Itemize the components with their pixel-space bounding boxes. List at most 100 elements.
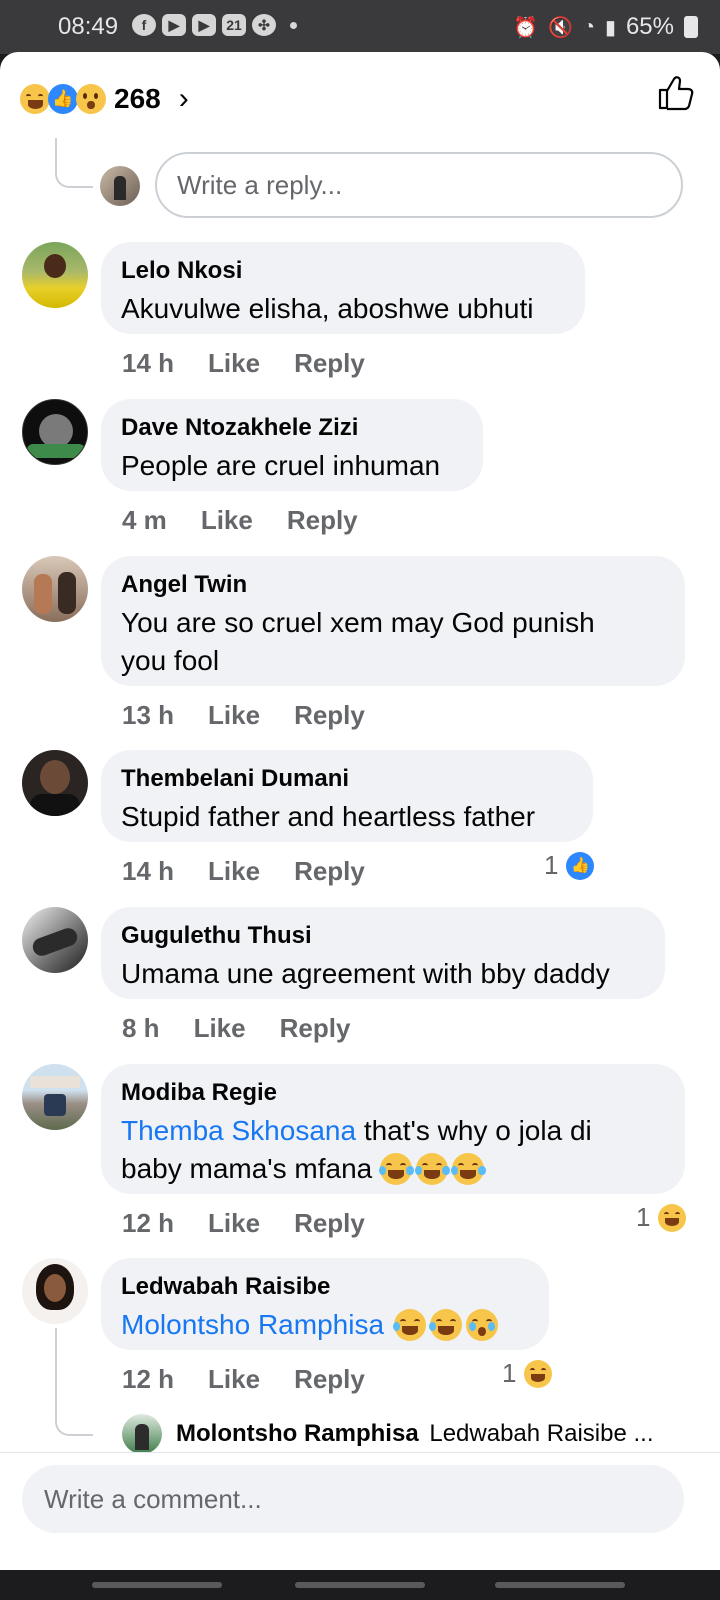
commenter-name[interactable]: Angel Twin (121, 570, 665, 600)
comment-bubble: Lelo Nkosi Akuvulwe elisha, aboshwe ubhu… (101, 242, 585, 334)
like-link[interactable]: Like (208, 1364, 260, 1395)
reply-link[interactable]: Reply (287, 505, 358, 536)
like-link[interactable]: Like (208, 700, 260, 731)
youtube-icon: ▶ (162, 14, 186, 36)
comment-actions: 14 h Like Reply (122, 856, 399, 887)
calendar-icon: 21 (222, 14, 246, 36)
comment-text-line-2: baby mama's mfana (121, 1150, 665, 1188)
system-icons: ⏰ 🔇 ◔ ▮ 65% (513, 13, 698, 41)
nested-reply-preview[interactable]: Molontsho Ramphisa Ledwabah Raisibe ... (176, 1420, 654, 1448)
commenter-name[interactable]: Ledwabah Raisibe (121, 1272, 529, 1302)
comment-text-line-1: Themba Skhosana that's why o jola di (121, 1112, 665, 1150)
comment-bubble: Modiba Regie Themba Skhosana that's why … (101, 1064, 685, 1194)
alarm-icon: ⏰ (513, 16, 538, 39)
commenter-name[interactable]: Lelo Nkosi (121, 256, 565, 286)
commenter-name[interactable]: Gugulethu Thusi (121, 921, 645, 951)
nav-recents[interactable] (92, 1582, 222, 1588)
comment-actions: 13 h Like Reply (122, 700, 399, 731)
comment-text: that's why o jola di (356, 1115, 592, 1146)
reply-link[interactable]: Reply (294, 700, 365, 731)
comment-bubble: Ledwabah Raisibe Molontsho Ramphisa (101, 1258, 549, 1350)
comment-text: People are cruel inhuman (121, 450, 441, 481)
mute-icon: 🔇 (547, 16, 573, 39)
avatar[interactable] (22, 750, 88, 816)
system-nav-bar (0, 1570, 720, 1600)
reply-input[interactable]: Write a reply... (155, 152, 683, 218)
comments-sheet: 👍 268 › Write a reply... Lelo Nkosi Akuv… (0, 52, 720, 1600)
haha-emoji-icon (20, 84, 50, 114)
battery-percent: 65% (625, 13, 674, 40)
rolling-laughing-emoji-icon (428, 1309, 463, 1341)
notification-icons: f ▶ ▶ 21 ✣ (132, 14, 297, 36)
reactions-summary[interactable]: 👍 268 › (20, 79, 189, 119)
comment-time: 13 h (122, 700, 175, 730)
comment-text-line-1: You are so cruel xem may God punish (121, 607, 595, 638)
reply-text: Ledwabah Raisibe ... (429, 1420, 654, 1447)
comment-bubble: Gugulethu Thusi Umama une agreement with… (101, 907, 665, 999)
tears-of-joy-emoji-icon (378, 1153, 414, 1185)
comment-bubble: Dave Ntozakhele Zizi People are cruel in… (101, 399, 483, 491)
comment-reactions[interactable]: 1 (502, 1358, 553, 1389)
like-link[interactable]: Like (194, 1013, 246, 1044)
like-link[interactable]: Like (208, 348, 260, 379)
like-emoji-icon: 👍 (566, 851, 595, 880)
like-link[interactable]: Like (208, 856, 260, 887)
like-emoji-icon: 👍 (48, 84, 78, 114)
comment-time: 4 m (122, 505, 167, 535)
comment-text-line-2: you fool (121, 645, 220, 676)
comment-text: Akuvulwe elisha, aboshwe ubhuti (121, 293, 534, 324)
commenter-name[interactable]: Modiba Regie (121, 1078, 665, 1108)
comment-reactions[interactable]: 1 👍 (544, 850, 595, 881)
crying-emoji-icon (466, 1309, 499, 1341)
reply-link[interactable]: Reply (294, 1364, 365, 1395)
comment-actions: 12 h Like Reply (122, 1208, 399, 1239)
reaction-count: 1 (544, 850, 559, 880)
rolling-laughing-emoji-icon (392, 1309, 427, 1341)
comment-bubble: Angel Twin You are so cruel xem may God … (101, 556, 685, 686)
avatar[interactable] (22, 242, 88, 308)
chevron-right-icon[interactable]: › (179, 82, 189, 116)
like-link[interactable]: Like (201, 505, 253, 536)
signal-icon: ▮ (604, 16, 616, 39)
reply-link[interactable]: Reply (294, 856, 365, 887)
status-bar: 08:49 f ▶ ▶ 21 ✣ ⏰ 🔇 ◔ ▮ 65% (0, 0, 720, 54)
reply-link[interactable]: Reply (294, 348, 365, 379)
mention-link[interactable]: Themba Skhosana (121, 1115, 356, 1146)
tears-of-joy-emoji-icon (450, 1153, 486, 1185)
comment-text: baby mama's mfana (121, 1153, 373, 1184)
reaction-count: 1 (636, 1202, 651, 1232)
avatar[interactable] (22, 907, 88, 973)
more-notifications-icon (290, 22, 297, 29)
my-avatar (100, 166, 140, 206)
avatar[interactable] (22, 1258, 88, 1324)
thread-connector (55, 1328, 93, 1436)
commenter-name[interactable]: Thembelani Dumani (121, 764, 573, 794)
commenter-name[interactable]: Molontsho Ramphisa (176, 1420, 419, 1447)
comment-time: 14 h (122, 348, 175, 378)
reply-link[interactable]: Reply (280, 1013, 351, 1044)
avatar[interactable] (22, 556, 88, 622)
like-link[interactable]: Like (208, 1208, 260, 1239)
comment-actions: 4 m Like Reply (122, 505, 392, 536)
reactions-count: 268 (114, 83, 161, 114)
comment-time: 12 h (122, 1208, 175, 1238)
avatar[interactable] (22, 1064, 88, 1130)
avatar[interactable] (122, 1414, 162, 1454)
comment-time: 12 h (122, 1364, 175, 1394)
avatar[interactable] (22, 399, 88, 465)
commenter-name[interactable]: Dave Ntozakhele Zizi (121, 413, 463, 443)
comment-bubble: Thembelani Dumani Stupid father and hear… (101, 750, 593, 842)
reaction-count: 1 (502, 1358, 517, 1388)
comment-actions: 8 h Like Reply (122, 1013, 384, 1044)
comment-text: Stupid father and heartless father (121, 801, 536, 832)
reply-link[interactable]: Reply (294, 1208, 365, 1239)
comment-time: 8 h (122, 1013, 160, 1043)
comment-input[interactable]: Write a comment... (22, 1465, 684, 1533)
haha-emoji-icon (658, 1203, 687, 1232)
like-outline-icon[interactable] (656, 74, 694, 112)
nav-home[interactable] (295, 1582, 425, 1588)
wow-emoji-icon (76, 84, 106, 114)
nav-back[interactable] (495, 1582, 625, 1588)
comment-reactions[interactable]: 1 (636, 1202, 687, 1233)
mention-link[interactable]: Molontsho Ramphisa (121, 1306, 384, 1344)
